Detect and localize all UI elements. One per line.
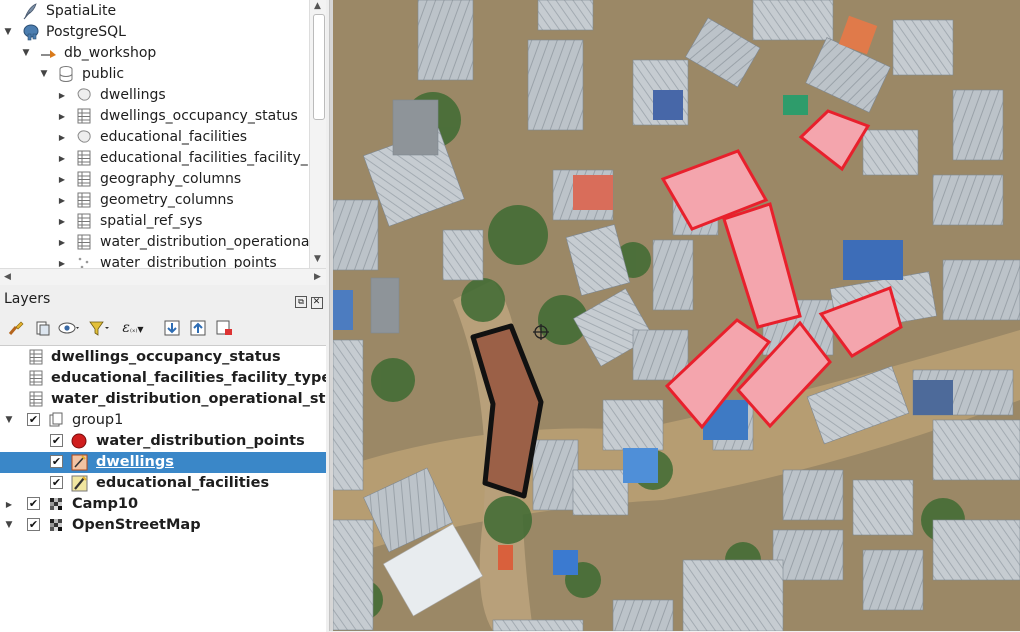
scroll-up-icon[interactable]: ▲ bbox=[314, 0, 321, 15]
layer-checkbox[interactable]: ✔ bbox=[27, 497, 40, 510]
chevron-right-icon[interactable]: ▶ bbox=[56, 232, 68, 253]
chevron-right-icon[interactable]: ▶ bbox=[56, 127, 68, 148]
layer-label: educational_facilities_facility_type bbox=[51, 370, 326, 386]
style-brush-icon[interactable] bbox=[6, 317, 26, 339]
expression-filter-icon[interactable]: ε₍ₓ₎▼ bbox=[118, 317, 148, 339]
scroll-right-icon[interactable]: ▶ bbox=[314, 269, 321, 286]
layer-water-distribution-operational[interactable]: water_distribution_operational_sta bbox=[0, 389, 326, 410]
chevron-right-icon[interactable]: ▶ bbox=[56, 211, 68, 232]
table-icon bbox=[76, 106, 92, 127]
chevron-down-icon[interactable]: ▼ bbox=[20, 43, 32, 64]
layer-dwellings[interactable]: ✔ dwellings bbox=[0, 452, 326, 473]
layer-label: dwellings_occupancy_status bbox=[51, 349, 281, 365]
edit-polygon-icon bbox=[71, 452, 88, 473]
eye-visibility-icon[interactable] bbox=[58, 317, 79, 339]
browser-item-label: educational_facilities_facility_ bbox=[100, 150, 308, 166]
red-point-icon bbox=[71, 431, 87, 452]
browser-item-label: SpatiaLite bbox=[46, 3, 117, 19]
expand-all-icon[interactable] bbox=[162, 317, 182, 339]
chevron-right-icon[interactable]: ▶ bbox=[56, 253, 68, 268]
layer-checkbox[interactable]: ✔ bbox=[50, 476, 63, 489]
layer-label: OpenStreetMap bbox=[72, 517, 201, 533]
pencil-icon bbox=[71, 473, 88, 494]
layer-label: group1 bbox=[72, 412, 124, 428]
browser-item-label: water_distribution_operationa bbox=[100, 234, 310, 250]
feather-icon bbox=[22, 1, 38, 22]
browser-item-label: dwellings bbox=[100, 87, 166, 103]
browser-vertical-scrollbar[interactable]: ▲ ▼ bbox=[309, 0, 326, 268]
chevron-right-icon[interactable]: ▶ bbox=[56, 148, 68, 169]
layer-label: dwellings bbox=[96, 454, 174, 470]
browser-item-label: db_workshop bbox=[64, 45, 157, 61]
raster-icon bbox=[48, 494, 64, 515]
collapse-all-icon[interactable] bbox=[188, 317, 208, 339]
add-group-icon[interactable] bbox=[32, 317, 52, 339]
remove-layer-icon[interactable] bbox=[214, 317, 234, 339]
raster-icon bbox=[48, 515, 64, 536]
table-icon bbox=[76, 148, 92, 169]
layers-tree: dwellings_occupancy_status educational_f… bbox=[0, 345, 326, 632]
browser-item-label: public bbox=[82, 66, 125, 82]
layers-panel-title: Layers bbox=[4, 291, 51, 307]
layer-label: Camp10 bbox=[72, 496, 139, 512]
layer-dwellings-occupancy-status[interactable]: dwellings_occupancy_status bbox=[0, 347, 326, 368]
chevron-down-icon[interactable]: ▼ bbox=[3, 515, 15, 536]
browser-item-label: geometry_columns bbox=[100, 192, 234, 208]
float-panel-icon[interactable]: ⧉ bbox=[295, 296, 307, 308]
table-icon bbox=[28, 347, 44, 368]
elephant-icon bbox=[22, 22, 39, 43]
layers-toolbar: ε₍ₓ₎▼ bbox=[6, 317, 326, 341]
layer-camp10[interactable]: ▶ ✔ Camp10 bbox=[0, 494, 326, 515]
layer-label: educational_facilities bbox=[96, 475, 270, 491]
browser-item-label: educational_facilities bbox=[100, 129, 248, 145]
chevron-down-icon[interactable]: ▼ bbox=[38, 64, 50, 85]
close-panel-icon[interactable]: ✕ bbox=[310, 297, 323, 309]
layer-openstreetmap[interactable]: ▼ ✔ OpenStreetMap bbox=[0, 515, 326, 536]
table-icon bbox=[76, 211, 92, 232]
polygon-table-icon bbox=[76, 127, 92, 148]
browser-item-label: PostgreSQL bbox=[46, 24, 126, 40]
chevron-right-icon[interactable]: ▶ bbox=[56, 169, 68, 190]
map-rendering bbox=[333, 0, 1020, 631]
group-icon bbox=[48, 410, 64, 431]
schema-icon bbox=[58, 64, 74, 85]
chevron-right-icon[interactable]: ▶ bbox=[3, 494, 15, 515]
connection-icon bbox=[40, 43, 56, 64]
chevron-down-icon[interactable]: ▼ bbox=[3, 410, 15, 431]
layer-water-distribution-points[interactable]: ✔ water_distribution_points bbox=[0, 431, 326, 452]
scroll-left-icon[interactable]: ◀ bbox=[4, 269, 11, 286]
layer-educational-facilities-facility-type[interactable]: educational_facilities_facility_type bbox=[0, 368, 326, 389]
map-canvas[interactable] bbox=[333, 0, 1020, 631]
table-icon bbox=[76, 190, 92, 211]
browser-tree: SpatiaLite ▼ PostgreSQL ▼ db_workshop ▼ … bbox=[0, 0, 326, 268]
browser-item-label: dwellings_occupancy_status bbox=[100, 108, 298, 124]
layer-label: water_distribution_operational_sta bbox=[51, 391, 326, 407]
chevron-down-icon[interactable]: ▼ bbox=[2, 22, 14, 43]
layer-checkbox[interactable]: ✔ bbox=[50, 434, 63, 447]
scroll-down-icon[interactable]: ▼ bbox=[314, 251, 321, 268]
layer-label: water_distribution_points bbox=[96, 433, 305, 449]
layer-group1[interactable]: ▼ ✔ group1 bbox=[0, 410, 326, 431]
chevron-right-icon[interactable]: ▶ bbox=[56, 85, 68, 106]
point-table-icon bbox=[76, 253, 92, 268]
browser-item-label: spatial_ref_sys bbox=[100, 213, 203, 229]
table-icon bbox=[76, 232, 92, 253]
chevron-right-icon[interactable]: ▶ bbox=[56, 106, 68, 127]
layer-checkbox[interactable]: ✔ bbox=[27, 413, 40, 426]
layer-checkbox[interactable]: ✔ bbox=[50, 455, 63, 468]
layer-checkbox[interactable]: ✔ bbox=[27, 518, 40, 531]
scrollbar-thumb[interactable] bbox=[313, 14, 325, 120]
filter-icon[interactable] bbox=[88, 317, 109, 339]
chevron-right-icon[interactable]: ▶ bbox=[56, 190, 68, 211]
table-icon bbox=[28, 368, 44, 389]
browser-item-label: water_distribution_points bbox=[100, 255, 277, 268]
left-dock: SpatiaLite ▼ PostgreSQL ▼ db_workshop ▼ … bbox=[0, 0, 329, 632]
browser-horizontal-scrollbar[interactable]: ◀ ▶ bbox=[0, 268, 326, 285]
polygon-table-icon bbox=[76, 85, 92, 106]
table-icon bbox=[76, 169, 92, 190]
layer-educational-facilities[interactable]: ✔ educational_facilities bbox=[0, 473, 326, 494]
panel-controls: ⧉ ✕ bbox=[295, 294, 323, 309]
browser-item-label: geography_columns bbox=[100, 171, 242, 187]
table-icon bbox=[28, 389, 44, 410]
